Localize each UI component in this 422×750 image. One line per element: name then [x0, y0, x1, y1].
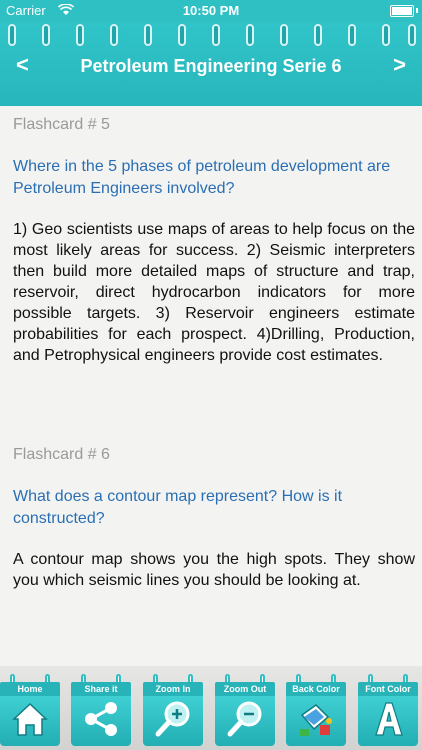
flashcard-label: Flashcard # 5	[13, 116, 110, 133]
ring-icon	[408, 24, 416, 46]
flashcard-label: Flashcard # 6	[13, 446, 110, 463]
home-button[interactable]: Home	[0, 674, 60, 748]
ring-icon	[246, 24, 254, 46]
status-bar: Carrier 10:50 PM	[0, 0, 422, 22]
font-color-label: Font Color	[358, 682, 418, 696]
ring-icon	[42, 24, 50, 46]
battery-icon	[390, 5, 414, 17]
back-color-label: Back Color	[286, 682, 346, 696]
ring-icon	[382, 24, 390, 46]
share-icon	[85, 702, 117, 736]
ring-icon	[314, 24, 322, 46]
ring-icon	[348, 24, 356, 46]
back-color-button[interactable]: Back Color	[286, 674, 346, 748]
flashcard-answer: A contour map shows you the high spots. …	[13, 551, 415, 589]
ring-icon	[280, 24, 288, 46]
zoom-in-button[interactable]: Zoom In	[143, 674, 203, 748]
flashcard-question: What does a contour map represent? How i…	[13, 488, 343, 527]
page-title: Petroleum Engineering Serie 6	[80, 56, 342, 76]
flashcard-question: Where in the 5 phases of petroleum devel…	[13, 158, 391, 197]
ring-icon	[76, 24, 84, 46]
share-button[interactable]: Share it	[71, 674, 131, 748]
zoom-out-button[interactable]: Zoom Out	[215, 674, 275, 748]
flashcard-answer: 1) Geo scientists use maps of areas to h…	[13, 221, 415, 364]
font-a-icon	[375, 702, 403, 736]
font-color-button[interactable]: Font Color	[358, 674, 418, 748]
ring-icon	[178, 24, 186, 46]
ring-icon	[212, 24, 220, 46]
zoom-in-icon	[155, 701, 190, 737]
flashcard-content[interactable]: Flashcard # 5 Where in the 5 phases of p…	[0, 106, 422, 666]
share-label: Share it	[71, 682, 131, 696]
header-bar: < Petroleum Engineering Serie 6 >	[0, 22, 422, 106]
zoom-out-label: Zoom Out	[215, 682, 275, 696]
spiral-rings	[0, 22, 422, 48]
battery-tip	[416, 8, 418, 13]
home-label: Home	[0, 682, 60, 696]
paint-bucket-icon	[300, 704, 332, 736]
zoom-out-icon	[227, 701, 262, 737]
next-button[interactable]: >	[393, 52, 406, 78]
bottom-toolbar: Home Share it Zoom In Zoom Out Back Colo…	[0, 666, 422, 750]
zoom-in-label: Zoom In	[143, 682, 203, 696]
home-icon	[12, 702, 48, 736]
ring-icon	[8, 24, 16, 46]
ring-icon	[110, 24, 118, 46]
ring-icon	[144, 24, 152, 46]
clock: 10:50 PM	[182, 3, 240, 18]
